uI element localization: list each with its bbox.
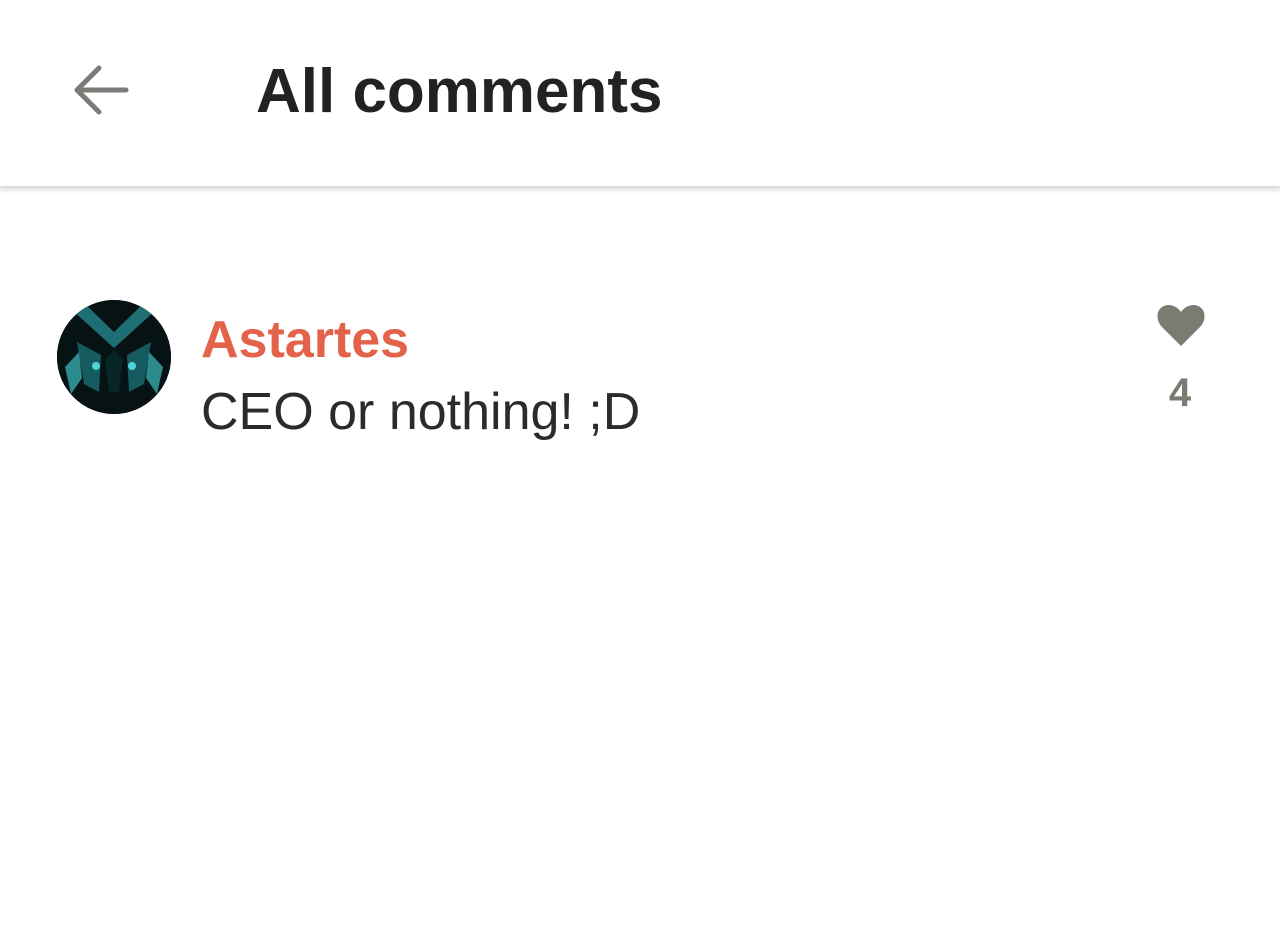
comment-item: Astartes CEO or nothing! ;D 4 bbox=[0, 290, 1280, 460]
comment-text: CEO or nothing! ;D bbox=[201, 383, 641, 441]
header-divider bbox=[0, 186, 1280, 194]
avatar[interactable] bbox=[57, 300, 171, 414]
comments-screen: All comments Astartes CEO or nothing! ;D bbox=[0, 0, 1280, 928]
like-count: 4 bbox=[1168, 371, 1192, 415]
avatar-image bbox=[57, 300, 171, 414]
back-button[interactable] bbox=[56, 46, 144, 134]
heart-icon bbox=[1157, 304, 1205, 346]
comment-author[interactable]: Astartes bbox=[201, 310, 409, 370]
app-bar: All comments bbox=[0, 0, 1280, 186]
arrow-left-icon bbox=[74, 65, 129, 115]
page-title: All comments bbox=[256, 57, 663, 126]
like-button[interactable]: 4 bbox=[1150, 298, 1212, 424]
